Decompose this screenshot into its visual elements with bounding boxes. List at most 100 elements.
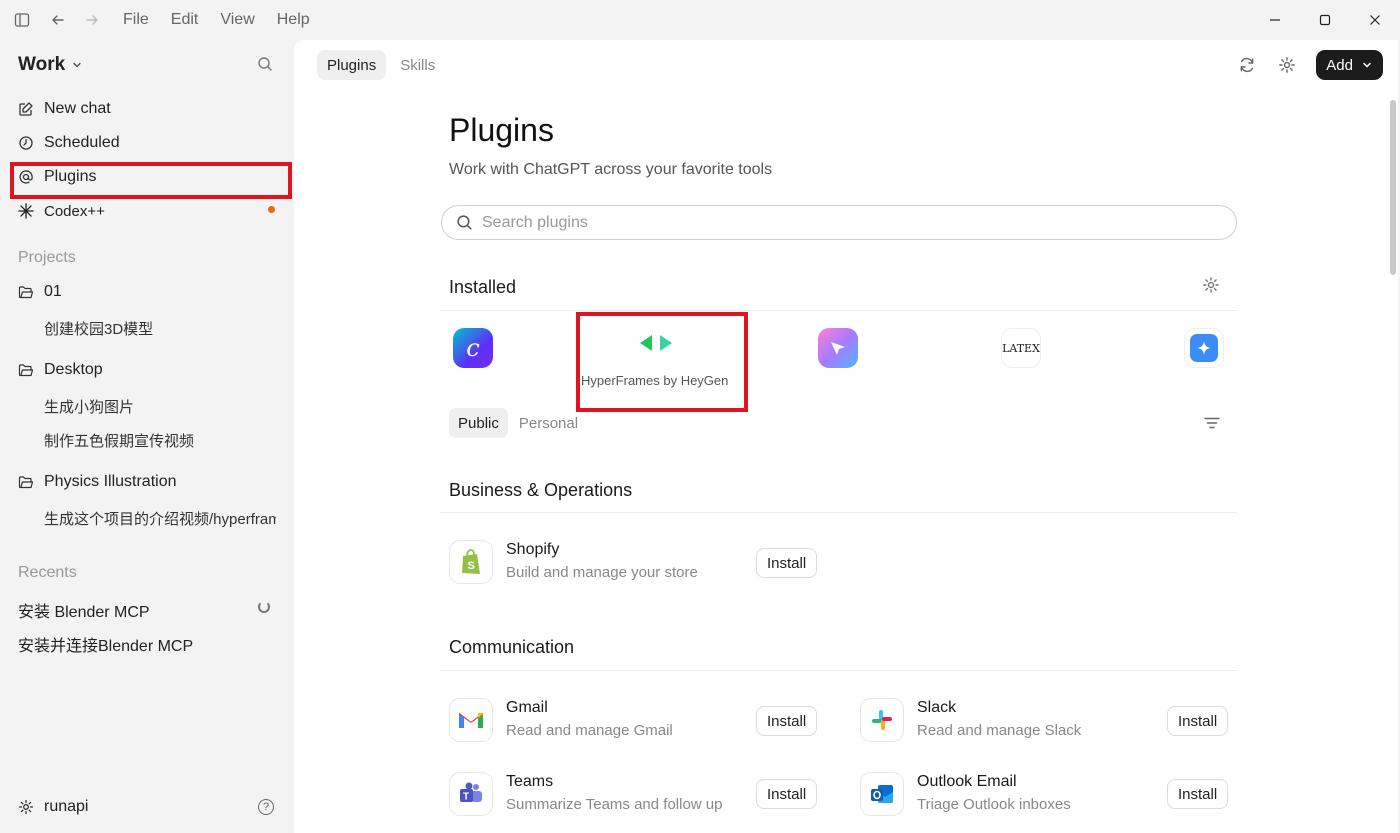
workspace-switcher[interactable]: Work: [18, 54, 83, 76]
tab-public[interactable]: Public: [449, 408, 508, 438]
plugin-name: Shopify: [506, 541, 560, 558]
search-input[interactable]: [482, 213, 1182, 232]
user-name: runapi: [44, 798, 89, 815]
folder-icon: [18, 286, 34, 299]
slack-icon: [860, 698, 904, 742]
page-title: Plugins: [449, 112, 554, 148]
project-chat-item[interactable]: 生成这个项目的介绍视频/hyperframes: [44, 508, 276, 529]
canva-icon[interactable]: c: [453, 328, 493, 368]
minimize-icon[interactable]: [1250, 0, 1300, 40]
divider: [440, 670, 1237, 671]
highlight-box-plugins: [10, 162, 292, 199]
tab-bar: Plugins Skills: [317, 50, 445, 80]
help-icon[interactable]: ?: [258, 799, 274, 815]
install-button[interactable]: Install: [756, 706, 818, 736]
divider: [440, 512, 1237, 513]
project-name: Physics Illustration: [44, 473, 177, 490]
tab-plugins[interactable]: Plugins: [317, 50, 387, 80]
maximize-icon[interactable]: [1300, 0, 1350, 40]
plugin-description: Read and manage Slack: [917, 722, 1082, 739]
sparkle-icon[interactable]: [1184, 328, 1224, 368]
forward-arrow-icon[interactable]: [80, 8, 104, 32]
category-heading: Communication: [449, 637, 575, 657]
sidebar-item-label: New chat: [44, 100, 111, 117]
recent-chat-item[interactable]: 安装并连接Blender MCP: [18, 632, 193, 656]
user-account[interactable]: runapi: [18, 798, 88, 816]
clock-icon: [18, 135, 34, 151]
plugin-card-teams[interactable]: T Teams Summarize Teams and follow up: [449, 772, 723, 816]
project-chat-item[interactable]: 制作五色假期宣传视频: [44, 430, 276, 451]
sidebar-toggle-icon[interactable]: [10, 8, 34, 32]
menu-view[interactable]: View: [220, 11, 254, 29]
plugin-card-outlook[interactable]: Outlook Email Triage Outlook inboxes: [860, 772, 1071, 816]
svg-text:S: S: [468, 560, 475, 572]
project-name: 01: [44, 283, 62, 300]
outlook-icon: [860, 772, 904, 816]
scrollbar[interactable]: [1390, 100, 1396, 275]
project-folder-01[interactable]: 01: [18, 283, 62, 301]
recents-label: Recents: [18, 564, 77, 581]
install-button[interactable]: Install: [756, 548, 818, 578]
chevron-down-icon: [1363, 62, 1371, 68]
install-button[interactable]: Install: [1167, 706, 1229, 736]
plugin-card-shopify[interactable]: S Shopify Build and manage your store: [449, 540, 698, 584]
plugin-description: Triage Outlook inboxes: [917, 796, 1071, 813]
latex-logo-text: LATEX: [1002, 341, 1040, 355]
search-icon: [457, 215, 472, 230]
plugin-name: Gmail: [506, 699, 548, 716]
loading-spinner-icon: [258, 601, 270, 613]
sidebar: Work New chat Scheduled Plugins Codex++ …: [0, 40, 293, 833]
project-folder-physics[interactable]: Physics Illustration: [18, 473, 177, 491]
plugin-name: Slack: [917, 699, 957, 716]
installed-heading: Installed: [449, 277, 517, 297]
menu-help[interactable]: Help: [277, 11, 310, 29]
asterisk-icon: [18, 203, 34, 219]
title-bar: File Edit View Help: [0, 0, 1400, 40]
window-controls: [1250, 0, 1400, 40]
installed-settings-icon[interactable]: [1202, 276, 1220, 299]
gear-icon[interactable]: [1276, 54, 1298, 76]
latex-icon[interactable]: LATEX: [1001, 328, 1041, 368]
sidebar-item-new-chat[interactable]: New chat: [18, 96, 111, 122]
gmail-icon: [449, 698, 493, 742]
gear-icon: [18, 799, 34, 815]
refresh-icon[interactable]: [1236, 54, 1258, 76]
plugin-name: Teams: [506, 773, 554, 790]
install-button[interactable]: Install: [756, 779, 818, 809]
menu-bar: File Edit View Help: [123, 11, 332, 29]
sidebar-item-scheduled[interactable]: Scheduled: [18, 130, 120, 156]
sidebar-item-label: Codex++: [44, 202, 105, 220]
recent-chat-item[interactable]: 安装 Blender MCP: [18, 598, 150, 622]
plugin-name: Outlook Email: [917, 773, 1017, 790]
sidebar-item-codex[interactable]: Codex++: [18, 198, 105, 224]
folder-icon: [18, 364, 34, 377]
page-subtitle: Work with ChatGPT across your favorite t…: [449, 161, 773, 178]
plugin-description: Build and manage your store: [506, 564, 698, 581]
tab-skills[interactable]: Skills: [390, 50, 445, 80]
menu-edit[interactable]: Edit: [171, 11, 199, 29]
category-heading: Business & Operations: [449, 480, 633, 500]
menu-file[interactable]: File: [123, 11, 149, 29]
tab-personal[interactable]: Personal: [510, 408, 587, 438]
search-plugins-field[interactable]: [441, 205, 1237, 240]
plugin-card-gmail[interactable]: Gmail Read and manage Gmail: [449, 698, 673, 742]
add-button[interactable]: Add: [1316, 50, 1383, 80]
search-icon[interactable]: [257, 56, 273, 77]
project-chat-item[interactable]: 生成小狗图片: [44, 396, 276, 417]
notification-dot: [268, 206, 275, 213]
back-arrow-icon[interactable]: [46, 8, 70, 32]
filter-icon[interactable]: [1203, 414, 1221, 437]
projects-label: Projects: [18, 249, 76, 266]
plugin-description: Read and manage Gmail: [506, 722, 673, 739]
shopify-icon: S: [449, 540, 493, 584]
add-label: Add: [1326, 56, 1353, 74]
install-button[interactable]: Install: [1167, 779, 1229, 809]
plugin-card-slack[interactable]: Slack Read and manage Slack: [860, 698, 1081, 742]
sidebar-item-label: Scheduled: [44, 134, 120, 151]
project-folder-desktop[interactable]: Desktop: [18, 361, 103, 379]
project-chat-item[interactable]: 创建校园3D模型: [44, 318, 276, 339]
send-icon[interactable]: [818, 328, 858, 368]
workspace-name: Work: [18, 54, 66, 75]
close-icon[interactable]: [1350, 0, 1400, 40]
folder-icon: [18, 476, 34, 489]
